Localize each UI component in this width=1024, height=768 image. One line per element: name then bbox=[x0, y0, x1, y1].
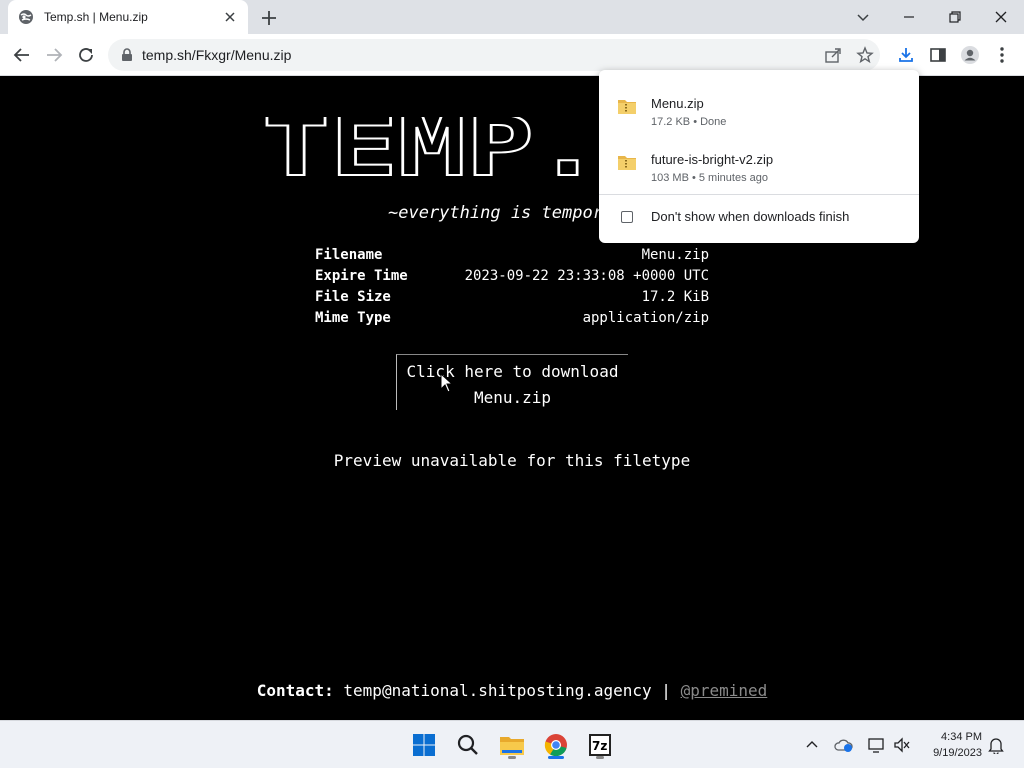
notification-bell-icon[interactable] bbox=[986, 735, 1006, 755]
downloads-popup: Menu.zip 17.2 KB • Done future-is-bright… bbox=[599, 70, 919, 243]
search-icon[interactable] bbox=[452, 729, 484, 761]
contact-line: Contact: temp@national.shitposting.agenc… bbox=[0, 681, 1024, 700]
info-value: 2023-09-22 23:33:08 +0000 UTC bbox=[464, 268, 709, 284]
download-link-line1: Click here to download bbox=[406, 362, 619, 381]
taskbar: 7z 4:34 PM 9/19/2023 bbox=[0, 720, 1024, 768]
minimize-button[interactable] bbox=[898, 6, 920, 28]
download-status: 17.2 KB • Done bbox=[651, 116, 727, 128]
download-status: 103 MB • 5 minutes ago bbox=[651, 172, 768, 184]
tab-search-button[interactable] bbox=[852, 6, 874, 28]
download-link[interactable]: Click here to download Menu.zip bbox=[396, 354, 628, 410]
file-info-table: Filename Menu.zip Expire Time 2023-09-22… bbox=[315, 245, 709, 329]
info-row-filename: Filename Menu.zip bbox=[315, 245, 709, 266]
reload-button[interactable] bbox=[76, 45, 96, 65]
tab-title: Temp.sh | Menu.zip bbox=[44, 10, 148, 24]
system-clock[interactable]: 4:34 PM 9/19/2023 bbox=[912, 729, 982, 761]
svg-text:7z: 7z bbox=[592, 739, 607, 753]
windows-start-icon[interactable] bbox=[408, 729, 440, 761]
info-value: application/zip bbox=[582, 310, 709, 326]
globe-icon bbox=[18, 9, 34, 25]
info-key: Mime Type bbox=[315, 310, 391, 326]
close-window-button[interactable] bbox=[990, 6, 1012, 28]
share-icon[interactable] bbox=[824, 46, 842, 69]
download-filename: future-is-bright-v2.zip bbox=[651, 152, 774, 167]
restore-button[interactable] bbox=[944, 6, 966, 28]
close-icon[interactable] bbox=[222, 9, 238, 25]
info-row-mime-type: Mime Type application/zip bbox=[315, 308, 709, 329]
app-indicator bbox=[548, 756, 564, 759]
profile-avatar[interactable] bbox=[960, 45, 980, 65]
network-icon[interactable] bbox=[866, 735, 886, 755]
chevron-up-icon[interactable] bbox=[802, 735, 822, 755]
menu-kebab-icon[interactable] bbox=[992, 45, 1012, 65]
browser-tab[interactable]: Temp.sh | Menu.zip bbox=[8, 0, 248, 34]
info-row-expire-time: Expire Time 2023-09-22 23:33:08 +0000 UT… bbox=[315, 266, 709, 287]
contact-separator: | bbox=[661, 681, 671, 700]
app-indicator bbox=[596, 756, 604, 759]
contact-handle-link[interactable]: @premined bbox=[681, 681, 768, 700]
info-value: Menu.zip bbox=[641, 247, 709, 263]
contact-email[interactable]: temp@national.shitposting.agency bbox=[343, 681, 651, 700]
back-button[interactable] bbox=[12, 45, 32, 65]
download-item[interactable]: Menu.zip 17.2 KB • Done bbox=[599, 80, 919, 132]
tagline: ~everything is tempora bbox=[388, 203, 614, 223]
chrome-icon[interactable] bbox=[540, 729, 572, 761]
info-value: 17.2 KiB bbox=[641, 289, 709, 305]
address-bar[interactable]: temp.sh/Fkxgr/Menu.zip bbox=[108, 39, 880, 71]
zip-folder-icon bbox=[618, 100, 636, 114]
info-row-file-size: File Size 17.2 KiB bbox=[315, 287, 709, 308]
forward-button[interactable] bbox=[44, 45, 64, 65]
info-key: Expire Time bbox=[315, 268, 408, 284]
dont-show-checkbox[interactable] bbox=[621, 211, 633, 223]
dont-show-label[interactable]: Don't show when downloads finish bbox=[651, 209, 849, 224]
app-indicator bbox=[508, 756, 516, 759]
info-key: File Size bbox=[315, 289, 391, 305]
zip-folder-icon bbox=[618, 156, 636, 170]
downloads-button[interactable] bbox=[896, 45, 916, 65]
side-panel-button[interactable] bbox=[928, 45, 948, 65]
onedrive-icon[interactable] bbox=[834, 735, 854, 755]
preview-message: Preview unavailable for this filetype bbox=[333, 451, 691, 470]
new-tab-button[interactable] bbox=[260, 9, 278, 27]
bookmark-star-icon[interactable] bbox=[856, 46, 874, 69]
lock-icon bbox=[120, 48, 134, 62]
download-filename: Menu.zip bbox=[651, 96, 704, 111]
file-explorer-icon[interactable] bbox=[496, 729, 528, 761]
svg-text:TEMP.: TEMP. bbox=[262, 117, 602, 181]
contact-label: Contact: bbox=[256, 681, 334, 700]
address-url: temp.sh/Fkxgr/Menu.zip bbox=[142, 47, 292, 63]
temp-logo: TEMP. bbox=[262, 117, 602, 181]
7zip-icon[interactable]: 7z bbox=[584, 729, 616, 761]
clock-time: 4:34 PM bbox=[941, 731, 982, 743]
download-link-filename: Menu.zip bbox=[473, 388, 552, 407]
volume-muted-icon[interactable] bbox=[892, 735, 912, 755]
popup-divider bbox=[599, 194, 919, 195]
info-key: Filename bbox=[315, 247, 383, 263]
clock-date: 9/19/2023 bbox=[933, 747, 982, 759]
download-item[interactable]: future-is-bright-v2.zip 103 MB • 5 minut… bbox=[599, 136, 919, 188]
tab-strip: Temp.sh | Menu.zip bbox=[0, 0, 1024, 34]
mouse-cursor-icon bbox=[440, 373, 454, 393]
